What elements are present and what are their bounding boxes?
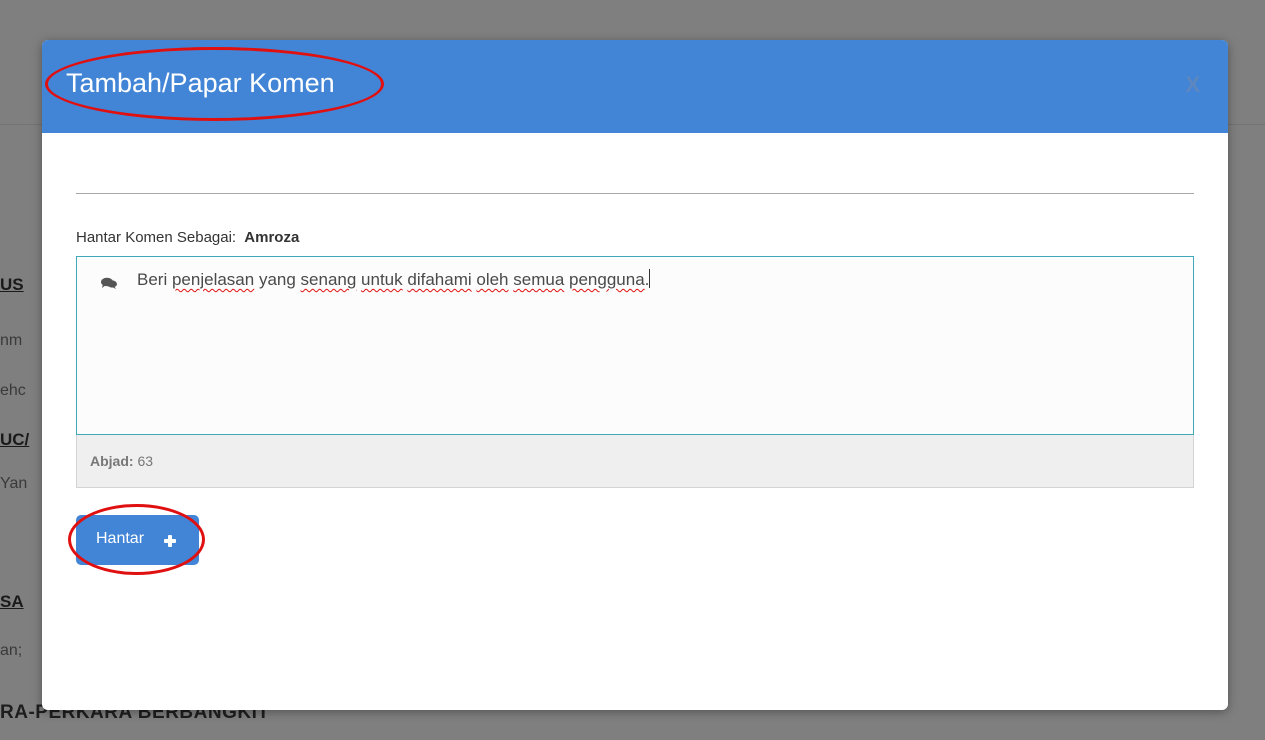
misspelled-word: difahami xyxy=(407,270,472,289)
background-text-fragment: US xyxy=(0,275,24,294)
comment-textarea[interactable]: Beri penjelasan yang senang untuk difaha… xyxy=(76,256,1194,435)
send-as-line: Hantar Komen Sebagai: Amroza xyxy=(76,229,299,246)
comment-text-segment: Beri xyxy=(137,270,172,289)
comment-text: Beri penjelasan yang senang untuk difaha… xyxy=(137,269,651,290)
modal-header: Tambah/Papar Komen X xyxy=(42,40,1228,133)
misspelled-word: semua xyxy=(513,270,565,289)
close-button[interactable]: X xyxy=(1185,72,1200,98)
send-button-label: Hantar xyxy=(96,530,145,547)
misspelled-word: pengguna xyxy=(569,270,645,289)
send-as-user: Amroza xyxy=(244,229,300,246)
background-text-fragment: UC/ xyxy=(0,430,30,449)
comment-text-segment: yang xyxy=(254,270,301,289)
background-text-fragment: nm xyxy=(0,332,23,349)
misspelled-word: senang xyxy=(300,270,357,289)
modal-divider xyxy=(76,193,1194,194)
char-count: Abjad: 63 xyxy=(90,453,153,469)
background-text-fragment: SA xyxy=(0,592,24,611)
char-count-label: Abjad: xyxy=(90,453,134,469)
plus-icon xyxy=(164,535,176,547)
char-count-value: 63 xyxy=(137,453,154,469)
background-text-fragment: an; xyxy=(0,642,23,659)
comment-modal: Tambah/Papar Komen X Hantar Komen Sebaga… xyxy=(42,40,1228,710)
modal-title: Tambah/Papar Komen xyxy=(66,68,335,98)
background-text-fragment: ehc xyxy=(0,382,26,399)
background-text-fragment: Yan xyxy=(0,475,28,492)
char-count-bar: Abjad: 63 xyxy=(76,435,1194,488)
send-button[interactable]: Hantar xyxy=(76,515,199,565)
comments-icon xyxy=(101,277,117,289)
send-as-label: Hantar Komen Sebagai: xyxy=(76,229,237,246)
misspelled-word: oleh xyxy=(476,270,509,289)
misspelled-word: untuk xyxy=(361,270,403,289)
misspelled-word: penjelasan xyxy=(171,270,255,289)
text-caret xyxy=(649,269,651,288)
